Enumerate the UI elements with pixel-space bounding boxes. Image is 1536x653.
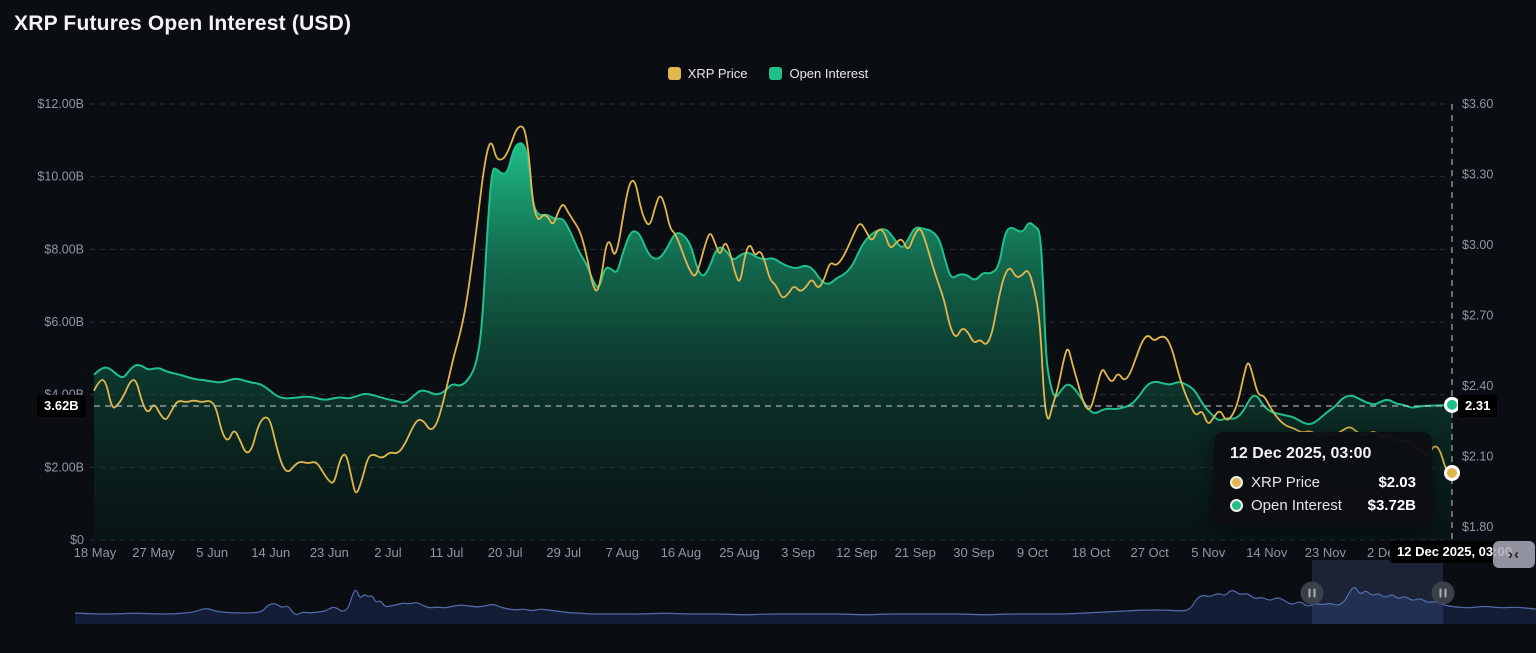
- xrp-price-dot-icon: [1230, 476, 1243, 489]
- svg-text:$2.00B: $2.00B: [44, 460, 84, 474]
- tooltip-value: $3.72B: [1368, 497, 1416, 514]
- svg-text:$3.60: $3.60: [1462, 97, 1493, 111]
- navigator-right-handle[interactable]: [1432, 582, 1455, 605]
- xrp-price-marker: [1446, 466, 1459, 479]
- left-axis-crosshair-badge: 3.62B: [37, 395, 86, 417]
- svg-text:$2.70: $2.70: [1462, 309, 1493, 323]
- navigator-selection[interactable]: [1312, 560, 1443, 624]
- svg-text:$6.00B: $6.00B: [44, 315, 84, 329]
- svg-text:$8.00B: $8.00B: [44, 242, 84, 256]
- svg-text:$10.00B: $10.00B: [37, 170, 84, 184]
- collapse-range-button[interactable]: ›‹: [1493, 541, 1535, 568]
- tooltip-label: XRP Price: [1251, 474, 1320, 491]
- tooltip-row-xrp-price: XRP Price $2.03: [1230, 474, 1416, 491]
- chart-page: XRP Futures Open Interest (USD) XRP Pric…: [0, 0, 1536, 653]
- svg-text:$2.40: $2.40: [1462, 379, 1493, 393]
- tooltip-title: 12 Dec 2025, 03:00: [1230, 445, 1416, 463]
- tooltip-label: Open Interest: [1251, 497, 1342, 514]
- tooltip-value: $2.03: [1378, 474, 1416, 491]
- svg-text:$3.00: $3.00: [1462, 238, 1493, 252]
- tooltip-row-open-interest: Open Interest $3.72B: [1230, 497, 1416, 514]
- open-interest-dot-icon: [1230, 499, 1243, 512]
- svg-text:$3.30: $3.30: [1462, 168, 1493, 182]
- navigator-canvas[interactable]: [0, 556, 1536, 653]
- svg-text:$12.00B: $12.00B: [37, 97, 84, 111]
- tooltip: 12 Dec 2025, 03:00 XRP Price $2.03 Open …: [1214, 432, 1432, 526]
- navigator-left-handle[interactable]: [1301, 582, 1324, 605]
- collapse-icon: ›‹: [1508, 546, 1520, 563]
- open-interest-marker: [1446, 398, 1459, 411]
- svg-text:$1.80: $1.80: [1462, 520, 1493, 534]
- right-axis-crosshair-badge: 2.31: [1458, 395, 1497, 417]
- svg-text:$2.10: $2.10: [1462, 450, 1493, 464]
